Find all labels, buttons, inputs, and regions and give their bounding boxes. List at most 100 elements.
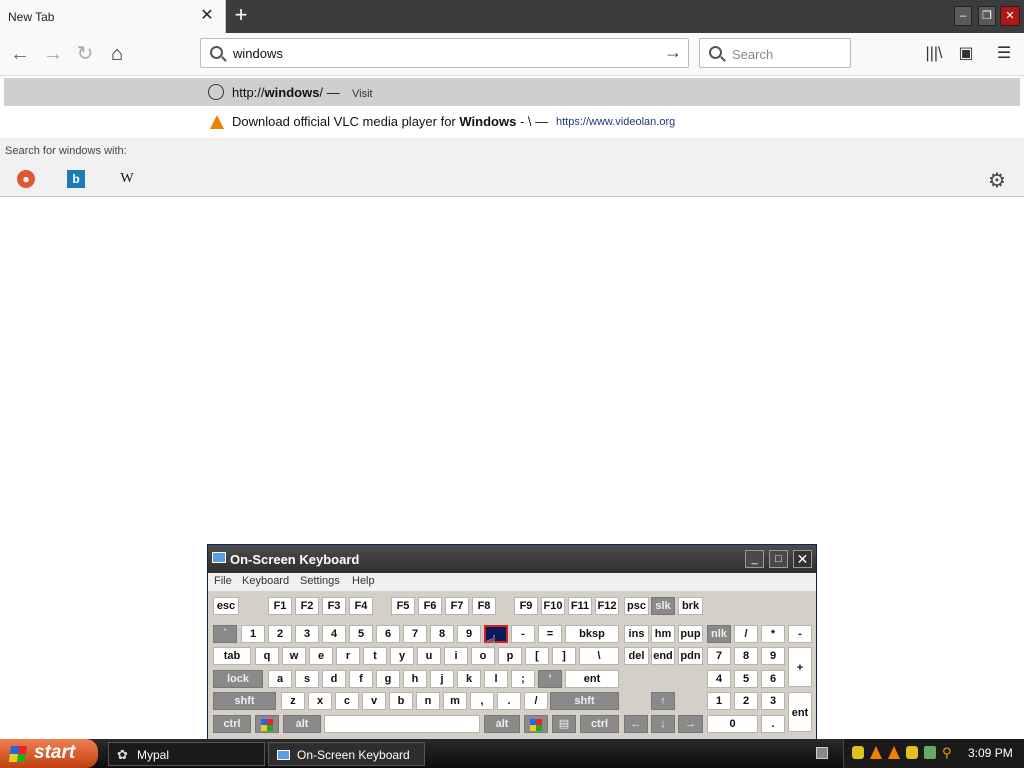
key-d[interactable]: d xyxy=(322,670,346,688)
key-del[interactable]: del xyxy=(624,647,649,665)
key-p[interactable]: p xyxy=(498,647,522,665)
key-arrow-down[interactable]: ↓ xyxy=(651,715,675,733)
search-input[interactable]: Search xyxy=(699,38,851,68)
key-right-alt[interactable]: alt xyxy=(484,715,520,733)
key-m[interactable]: m xyxy=(443,692,467,710)
key-f7[interactable]: F7 xyxy=(445,597,469,615)
key-num-8[interactable]: 8 xyxy=(734,647,758,665)
key-f12[interactable]: F12 xyxy=(595,597,619,615)
key-f4[interactable]: F4 xyxy=(349,597,373,615)
key-s[interactable]: s xyxy=(295,670,319,688)
key-num-minus[interactable]: - xyxy=(788,625,812,643)
key-3[interactable]: 3 xyxy=(295,625,319,643)
key-arrow-left[interactable]: ← xyxy=(624,715,648,733)
key-f[interactable]: f xyxy=(349,670,373,688)
key-comma[interactable]: , xyxy=(470,692,494,710)
key-right-shift[interactable]: shft xyxy=(550,692,619,710)
key-r[interactable]: r xyxy=(336,647,360,665)
menu-help[interactable]: Help xyxy=(352,575,375,587)
key-arrow-up[interactable]: ↑ xyxy=(651,692,675,710)
key-semicolon[interactable]: ; xyxy=(511,670,535,688)
minimize-button[interactable]: – xyxy=(954,6,972,26)
key-4[interactable]: 4 xyxy=(322,625,346,643)
key-f9[interactable]: F9 xyxy=(514,597,538,615)
library-icon[interactable]: |||\ xyxy=(922,42,946,66)
key-num-plus[interactable]: + xyxy=(788,647,812,687)
key-num-4[interactable]: 4 xyxy=(707,670,731,688)
home-icon[interactable]: ⌂ xyxy=(105,42,129,66)
wikipedia-icon[interactable]: W xyxy=(118,170,136,188)
key-f3[interactable]: F3 xyxy=(322,597,346,615)
key-esc[interactable]: esc xyxy=(213,597,239,615)
back-arrow-icon[interactable]: ← xyxy=(8,42,32,66)
key-b[interactable]: b xyxy=(389,692,413,710)
task-mypal[interactable]: ✿ Mypal xyxy=(108,742,265,766)
key-numlock[interactable]: nlk xyxy=(707,625,731,643)
key-period[interactable]: . xyxy=(497,692,521,710)
vlc-icon[interactable] xyxy=(888,746,900,759)
suggestion-vlc[interactable]: Download official VLC media player for W… xyxy=(0,107,1024,135)
key-left-shift[interactable]: shft xyxy=(213,692,276,710)
task-osk[interactable]: On-Screen Keyboard xyxy=(268,742,425,766)
osk-minimize-button[interactable]: _ xyxy=(745,550,764,568)
key-ins[interactable]: ins xyxy=(624,625,649,643)
key-rbracket[interactable]: ] xyxy=(552,647,576,665)
sidebar-icon[interactable]: ▣ xyxy=(954,42,978,66)
key-u[interactable]: u xyxy=(417,647,441,665)
osk-maximize-button[interactable]: □ xyxy=(769,550,788,568)
key-pageup[interactable]: pup xyxy=(678,625,703,643)
key-num-1[interactable]: 1 xyxy=(707,692,731,710)
key-left-alt[interactable]: alt xyxy=(283,715,321,733)
key-f11[interactable]: F11 xyxy=(568,597,592,615)
forward-arrow-icon[interactable]: → xyxy=(41,42,65,66)
key-w[interactable]: w xyxy=(282,647,306,665)
tab-new-tab[interactable]: New Tab ✕ xyxy=(0,0,226,33)
key-c[interactable]: c xyxy=(335,692,359,710)
menu-file[interactable]: File xyxy=(214,575,232,587)
key-arrow-right[interactable]: → xyxy=(678,715,703,733)
key-1[interactable]: 1 xyxy=(241,625,265,643)
key-v[interactable]: v xyxy=(362,692,386,710)
osk-titlebar[interactable]: On-Screen Keyboard xyxy=(208,545,816,573)
key-num-9[interactable]: 9 xyxy=(761,647,785,665)
key-f8[interactable]: F8 xyxy=(472,597,496,615)
key-g[interactable]: g xyxy=(376,670,400,688)
key-enter[interactable]: ent xyxy=(565,670,619,688)
start-button[interactable]: start xyxy=(0,739,98,768)
menu-settings[interactable]: Settings xyxy=(300,575,340,587)
key-num-multiply[interactable]: * xyxy=(761,625,785,643)
key-backtick[interactable]: ` xyxy=(213,625,237,643)
key-a[interactable]: a xyxy=(268,670,292,688)
key-num-0[interactable]: 0 xyxy=(707,715,758,733)
key-num-5[interactable]: 5 xyxy=(734,670,758,688)
shield-icon[interactable] xyxy=(852,746,864,759)
key-num-enter[interactable]: ent xyxy=(788,692,812,732)
key-f5[interactable]: F5 xyxy=(391,597,415,615)
key-lbracket[interactable]: [ xyxy=(525,647,549,665)
key-t[interactable]: t xyxy=(363,647,387,665)
tab-close-icon[interactable]: ✕ xyxy=(198,6,216,26)
key-backslash[interactable]: \ xyxy=(579,647,619,665)
vlc-icon[interactable] xyxy=(870,746,882,759)
key-x[interactable]: x xyxy=(308,692,332,710)
shield-icon[interactable] xyxy=(906,746,918,759)
osk-close-button[interactable]: ✕ xyxy=(793,550,812,568)
key-slk[interactable]: slk xyxy=(651,597,675,615)
network-icon[interactable] xyxy=(924,746,936,759)
key-capslock[interactable]: lock xyxy=(213,670,263,688)
key-tab[interactable]: tab xyxy=(213,647,251,665)
key-minus[interactable]: - xyxy=(511,625,535,643)
key-5[interactable]: 5 xyxy=(349,625,373,643)
go-arrow-icon[interactable]: → xyxy=(664,42,682,63)
gear-icon[interactable]: ⚙ xyxy=(988,168,1006,193)
key-num-7[interactable]: 7 xyxy=(707,647,731,665)
key-j[interactable]: j xyxy=(430,670,454,688)
key-backspace[interactable]: bksp xyxy=(565,625,619,643)
keyboard-tray-icon[interactable] xyxy=(816,747,828,759)
url-bar[interactable]: windows → xyxy=(200,38,689,68)
key-left-ctrl[interactable]: ctrl xyxy=(213,715,251,733)
new-tab-button[interactable]: + xyxy=(230,4,252,28)
key-num-2[interactable]: 2 xyxy=(734,692,758,710)
key-f10[interactable]: F10 xyxy=(541,597,565,615)
key-end[interactable]: end xyxy=(651,647,675,665)
